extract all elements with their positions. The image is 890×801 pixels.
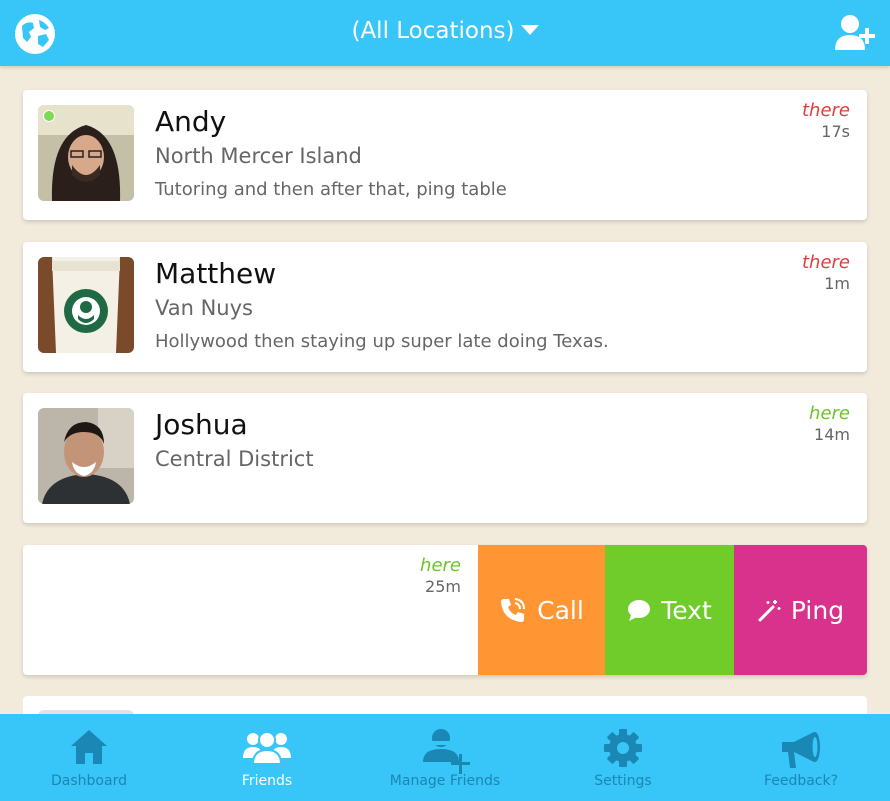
friend-location: North Mercer Island <box>155 144 362 168</box>
row-actions: Call Text Ping <box>478 545 867 675</box>
last-seen: 25m <box>425 577 461 596</box>
avatar <box>38 257 134 353</box>
chat-bubble-icon <box>628 600 651 621</box>
nav-dashboard[interactable]: Dashboard <box>29 714 149 801</box>
magic-wand-icon <box>758 600 781 622</box>
last-seen: 17s <box>821 122 850 141</box>
ping-button[interactable]: Ping <box>734 545 867 675</box>
friend-card-swiped[interactable]: here 25m Call Text Ping <box>23 545 867 675</box>
home-icon <box>71 730 107 764</box>
status-badge: here <box>420 555 461 576</box>
friend-name: Andy <box>155 105 227 138</box>
text-button[interactable]: Text <box>605 545 734 675</box>
phone-icon <box>501 598 526 622</box>
avatar <box>38 408 134 504</box>
friend-location: Central District <box>155 447 314 471</box>
nav-label: Settings <box>594 773 652 789</box>
friend-note: Hollywood then staying up super late doi… <box>155 331 609 352</box>
nav-manage-friends[interactable]: Manage Friends <box>375 714 515 801</box>
nav-label: Manage Friends <box>389 773 501 789</box>
status-badge: there <box>801 252 850 273</box>
friend-note: Tutoring and then after that, ping table <box>155 179 507 200</box>
avatar <box>38 105 134 201</box>
friend-card[interactable]: Andy North Mercer Island Tutoring and th… <box>23 90 867 220</box>
friend-card[interactable]: Joshua Central District here 14m <box>23 393 867 523</box>
bottom-nav: Dashboard Friends Manage Friends Setting… <box>0 714 890 801</box>
friend-name: Joshua <box>155 408 248 441</box>
chevron-down-icon <box>520 24 539 35</box>
text-label: Text <box>661 595 712 625</box>
friend-name: Matthew <box>155 257 277 290</box>
status-badge: here <box>809 403 850 424</box>
call-label: Call <box>537 595 584 625</box>
last-seen: 1m <box>824 274 850 293</box>
add-user-icon[interactable] <box>833 14 877 52</box>
friends-icon <box>243 731 291 765</box>
megaphone-icon <box>782 732 820 768</box>
manage-friends-icon <box>423 729 470 774</box>
nav-friends[interactable]: Friends <box>207 714 327 801</box>
gear-icon <box>604 729 642 767</box>
ping-label: Ping <box>790 595 845 625</box>
nav-settings[interactable]: Settings <box>563 714 683 801</box>
nav-feedback[interactable]: Feedback? <box>741 714 861 801</box>
friend-location: Van Nuys <box>155 296 253 320</box>
friend-card[interactable]: Matthew Van Nuys Hollywood then staying … <box>23 242 867 372</box>
top-bar: (All Locations) <box>0 0 890 66</box>
nav-label: Feedback? <box>763 773 839 789</box>
last-seen: 14m <box>814 425 850 444</box>
call-button[interactable]: Call <box>478 545 605 675</box>
location-label: (All Locations) <box>351 18 515 44</box>
nav-label: Friends <box>241 773 293 789</box>
nav-label: Dashboard <box>51 773 127 789</box>
status-badge: there <box>801 100 850 121</box>
online-indicator <box>43 110 55 122</box>
location-selector[interactable]: (All Locations) <box>0 18 890 44</box>
